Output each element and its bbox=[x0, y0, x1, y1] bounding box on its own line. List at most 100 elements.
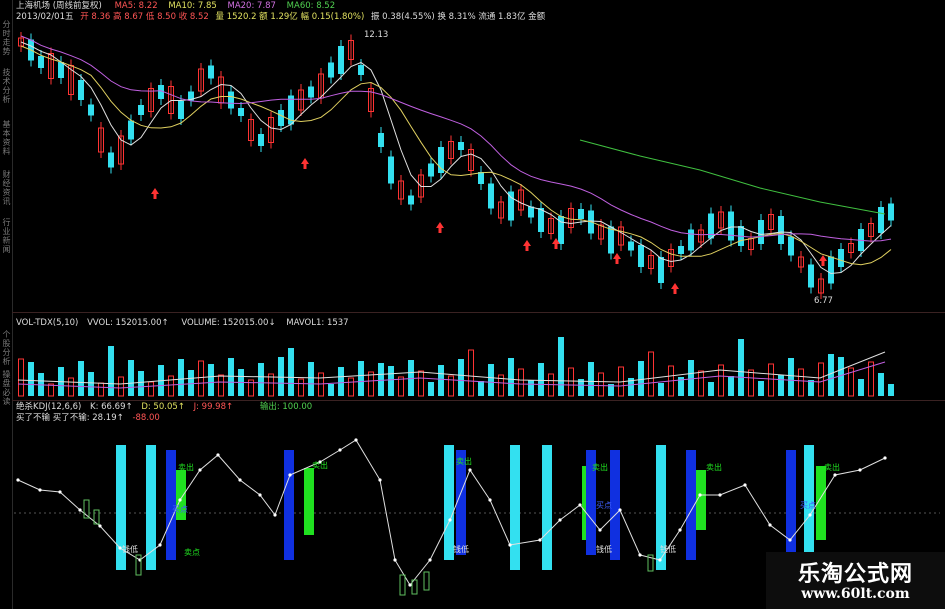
candle-body bbox=[178, 101, 184, 119]
candle-body bbox=[508, 191, 514, 221]
candle-body bbox=[638, 245, 644, 267]
volume-bar bbox=[388, 366, 394, 396]
volume-bar bbox=[28, 362, 34, 396]
candle-body bbox=[728, 211, 734, 241]
volume-bar bbox=[438, 365, 444, 396]
volume-bar bbox=[208, 364, 214, 396]
kdj-point bbox=[338, 448, 342, 452]
kdj-point bbox=[378, 478, 382, 482]
ma60-line bbox=[579, 139, 886, 215]
kdj-marker-label: 买点 bbox=[800, 501, 816, 510]
volume-bar bbox=[428, 382, 434, 396]
candle-body bbox=[338, 46, 344, 74]
volume-bar bbox=[598, 372, 604, 397]
candle-body bbox=[608, 226, 614, 254]
candle-body bbox=[258, 134, 264, 146]
candle-body bbox=[328, 62, 334, 78]
volume-bar bbox=[818, 362, 824, 397]
volume-bar bbox=[358, 361, 364, 396]
kdj-point bbox=[833, 473, 837, 477]
buy-arrow-icon bbox=[523, 240, 531, 251]
volume-bar bbox=[228, 358, 234, 396]
volume-bar bbox=[188, 370, 194, 396]
site-watermark: 乐淘公式网 www.60lt.com bbox=[766, 552, 945, 609]
volume-bar bbox=[488, 364, 494, 396]
kdj-point bbox=[178, 498, 182, 502]
volume-bar bbox=[788, 358, 794, 396]
volume-bar bbox=[398, 376, 404, 397]
kdj-point bbox=[216, 453, 220, 457]
candle-body bbox=[488, 183, 494, 209]
kdj-marker-label: 钱低 bbox=[122, 544, 138, 554]
kdj-point bbox=[58, 490, 62, 494]
high-price-label: 12.13 bbox=[364, 30, 389, 40]
candle-body bbox=[128, 120, 134, 140]
volume-bar bbox=[198, 360, 204, 397]
volume-bar bbox=[808, 380, 814, 396]
volume-bar bbox=[528, 380, 534, 396]
volume-bar bbox=[258, 363, 264, 396]
vol-ma-line bbox=[17, 351, 886, 385]
volume-bar bbox=[88, 372, 94, 396]
candle-body bbox=[208, 65, 214, 79]
ma20-line bbox=[20, 35, 892, 242]
kdj-point bbox=[468, 468, 472, 472]
kdj-point bbox=[38, 488, 42, 492]
volume-bar bbox=[148, 381, 154, 397]
kdj-signal-bar bbox=[510, 445, 520, 570]
volume-bar bbox=[308, 362, 314, 396]
kdj-marker-label: 卖出 bbox=[178, 462, 194, 472]
kdj-point bbox=[768, 523, 772, 527]
candle-body bbox=[758, 220, 764, 244]
volume-bar bbox=[858, 379, 864, 396]
kdj-point bbox=[598, 528, 602, 532]
kdj-point bbox=[488, 498, 492, 502]
volume-bar bbox=[118, 376, 124, 397]
kdj-point bbox=[16, 478, 20, 482]
buy-arrow-icon bbox=[301, 158, 309, 169]
kdj-point bbox=[78, 508, 82, 512]
watermark-url: www.60lt.com bbox=[801, 586, 910, 602]
kdj-point bbox=[743, 483, 747, 487]
candle-body bbox=[108, 152, 114, 168]
kdj-signal-bar bbox=[304, 468, 314, 535]
kdj-point bbox=[658, 558, 662, 562]
low-price-label: 6.77 bbox=[814, 296, 833, 306]
volume-bar bbox=[98, 382, 104, 397]
kdj-point bbox=[98, 524, 102, 528]
kdj-signal-bar bbox=[284, 450, 294, 560]
kdj-point bbox=[718, 493, 722, 497]
volume-bar bbox=[378, 363, 384, 396]
volume-bar bbox=[538, 363, 544, 396]
kdj-point bbox=[354, 438, 358, 442]
volume-bar bbox=[218, 374, 224, 397]
candle-body bbox=[78, 80, 84, 100]
volume-bar bbox=[168, 375, 174, 397]
volume-bar bbox=[468, 349, 474, 397]
volume-bar bbox=[558, 337, 564, 396]
watermark-title: 乐淘公式网 bbox=[797, 562, 913, 587]
kdj-point bbox=[238, 478, 242, 482]
volume-bar bbox=[298, 378, 304, 397]
candle-body bbox=[888, 203, 894, 221]
volume-bar bbox=[888, 384, 894, 396]
candle-body bbox=[628, 241, 634, 251]
volume-bar bbox=[508, 358, 514, 396]
candle-body bbox=[138, 105, 144, 115]
volume-bar bbox=[878, 373, 884, 396]
volume-bar bbox=[758, 381, 764, 396]
volume-bar bbox=[738, 339, 744, 396]
volume-bar bbox=[638, 361, 644, 396]
kline-chart[interactable]: 卖出买点钱低 卖点卖出 卖出钱低卖出买点钱低卖出钱低卖出买点 bbox=[0, 0, 945, 609]
kdj-point bbox=[198, 468, 202, 472]
candle-body bbox=[658, 257, 664, 283]
volume-bar bbox=[338, 367, 344, 396]
candle-body bbox=[478, 172, 484, 184]
volume-bar bbox=[78, 361, 84, 396]
volume-bar bbox=[288, 348, 294, 396]
volume-bar bbox=[748, 369, 754, 397]
buy-arrow-icon bbox=[671, 283, 679, 294]
kdj-point bbox=[788, 538, 792, 542]
volume-bar bbox=[448, 375, 454, 397]
volume-bar bbox=[138, 371, 144, 396]
